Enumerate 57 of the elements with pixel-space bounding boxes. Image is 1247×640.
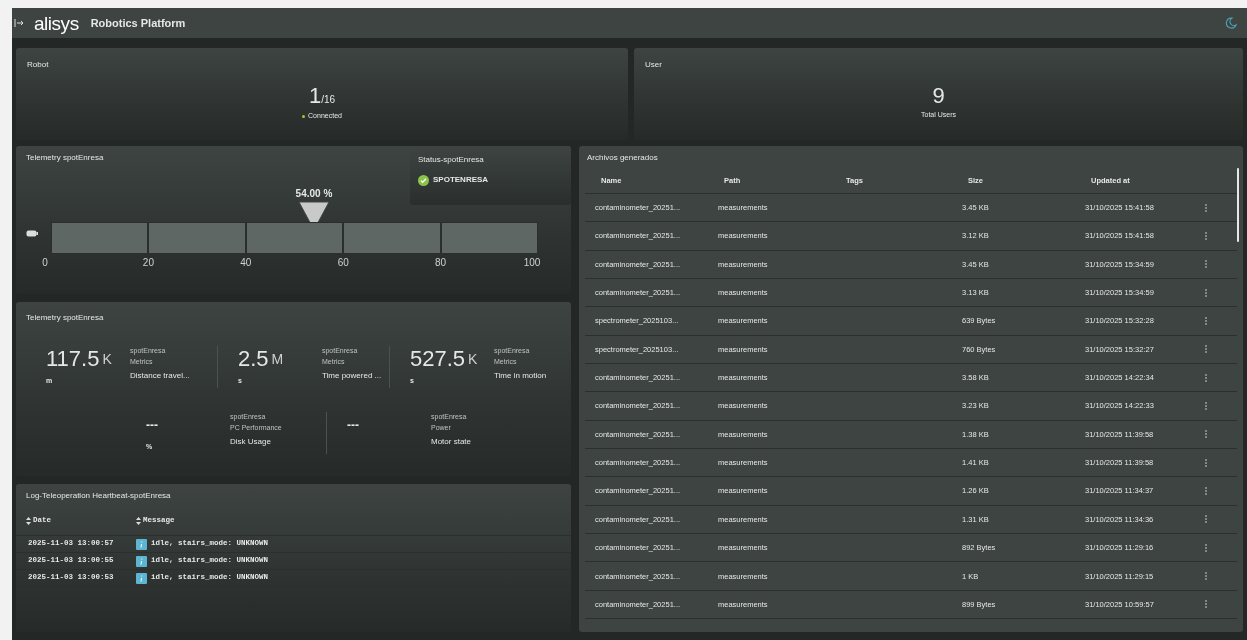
tick-label: 60 — [337, 258, 349, 268]
info-icon — [136, 555, 147, 567]
metric-value: 527.5 — [410, 348, 466, 370]
info-icon — [136, 572, 147, 584]
metric-unit-prefix: K — [102, 349, 112, 369]
battery-icon — [26, 230, 38, 237]
app-title: Robotics Platform — [90, 15, 186, 31]
metric-value: --- — [146, 417, 158, 434]
more-options-icon[interactable] — [1203, 343, 1209, 356]
metric-label: Time in motion — [494, 370, 547, 382]
metric-label: Distance travel... — [130, 370, 190, 382]
sort-icon[interactable] — [26, 516, 31, 525]
more-options-icon[interactable] — [1203, 570, 1209, 583]
metric-unit-prefix: K — [468, 349, 478, 369]
sidebar-toggle-icon[interactable] — [14, 18, 24, 28]
sort-icon[interactable] — [136, 516, 141, 525]
more-options-icon[interactable] — [1203, 201, 1209, 214]
scrollbar[interactable] — [1237, 168, 1239, 242]
more-options-icon[interactable] — [1203, 286, 1209, 299]
more-options-icon[interactable] — [1203, 485, 1209, 498]
panel-title: Telemetry spotEnresa — [26, 312, 105, 324]
more-options-icon[interactable] — [1203, 315, 1209, 328]
robot-status-label: SPOTENRESA — [433, 174, 489, 186]
metric-label: Time powered ... — [321, 370, 382, 382]
more-options-icon[interactable] — [1203, 400, 1209, 413]
metric-value: 2.5 — [237, 348, 269, 370]
tick-label: 20 — [142, 258, 154, 268]
panel-title: Telemetry spotEnresa — [26, 152, 104, 164]
gauge-reading: 54.00 % — [295, 187, 333, 201]
more-options-icon[interactable] — [1203, 598, 1209, 611]
more-options-icon[interactable] — [1203, 258, 1209, 271]
metric-value: --- — [347, 417, 359, 434]
total-count: /16 — [321, 94, 336, 107]
tick-label: 40 — [240, 258, 252, 268]
user-count: 9 — [932, 85, 945, 107]
tick-label: 100 — [523, 258, 541, 268]
panel-title: Archivos generados — [586, 152, 659, 164]
metric-value: 117.5 — [46, 348, 100, 370]
connected-count: 1 — [308, 85, 322, 107]
more-options-icon[interactable] — [1203, 371, 1209, 384]
panel-title: Log-Teleoperation Heartbeat-spotEnresa — [25, 490, 172, 502]
card-title: User — [645, 59, 662, 71]
metric-label: Disk Usage — [230, 436, 272, 448]
card-title: Robot — [27, 59, 49, 71]
more-options-icon[interactable] — [1203, 428, 1209, 441]
panel-title: Status-spotEnresa — [418, 154, 485, 166]
metric-label: Motor state — [431, 436, 471, 448]
tick-label: 0 — [42, 258, 48, 268]
logo: alisys — [34, 13, 79, 33]
more-options-icon[interactable] — [1203, 230, 1209, 242]
info-icon — [136, 538, 147, 550]
metric-unit-prefix: M — [271, 349, 284, 369]
moon-icon[interactable] — [1225, 17, 1237, 29]
tick-label: 80 — [435, 258, 447, 268]
more-options-icon[interactable] — [1203, 541, 1209, 554]
more-options-icon[interactable] — [1203, 513, 1209, 526]
more-options-icon[interactable] — [1203, 456, 1209, 469]
